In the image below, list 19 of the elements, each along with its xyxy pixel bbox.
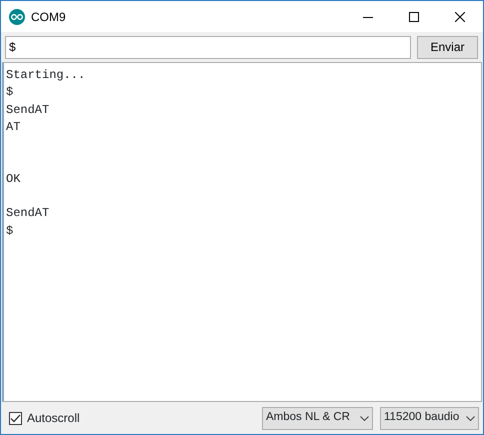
send-field[interactable]: $ bbox=[5, 36, 411, 58]
output-line: Starting... bbox=[6, 68, 86, 82]
baud-rate-dropdown[interactable]: 115200 baudio bbox=[380, 406, 479, 430]
output-line: AT bbox=[6, 120, 20, 134]
autoscroll-label: Autoscroll bbox=[27, 410, 80, 427]
output-line: $ bbox=[6, 224, 14, 238]
output-line: $ bbox=[6, 85, 14, 100]
app-logo-icon bbox=[9, 8, 25, 24]
output-line: SendAT bbox=[6, 206, 50, 220]
close-icon bbox=[455, 12, 465, 22]
output-line: SendAT bbox=[6, 102, 50, 117]
autoscroll-checkbox[interactable] bbox=[9, 412, 22, 424]
line-ending-dropdown[interactable]: Ambos NL & CR bbox=[262, 406, 373, 430]
window-title: COM9 bbox=[31, 8, 66, 26]
chevron-down-icon bbox=[466, 416, 475, 420]
send-button[interactable]: Enviar bbox=[417, 36, 478, 58]
maximize-icon bbox=[409, 12, 419, 22]
output-line: OK bbox=[6, 172, 20, 186]
chevron-down-icon bbox=[360, 416, 369, 420]
